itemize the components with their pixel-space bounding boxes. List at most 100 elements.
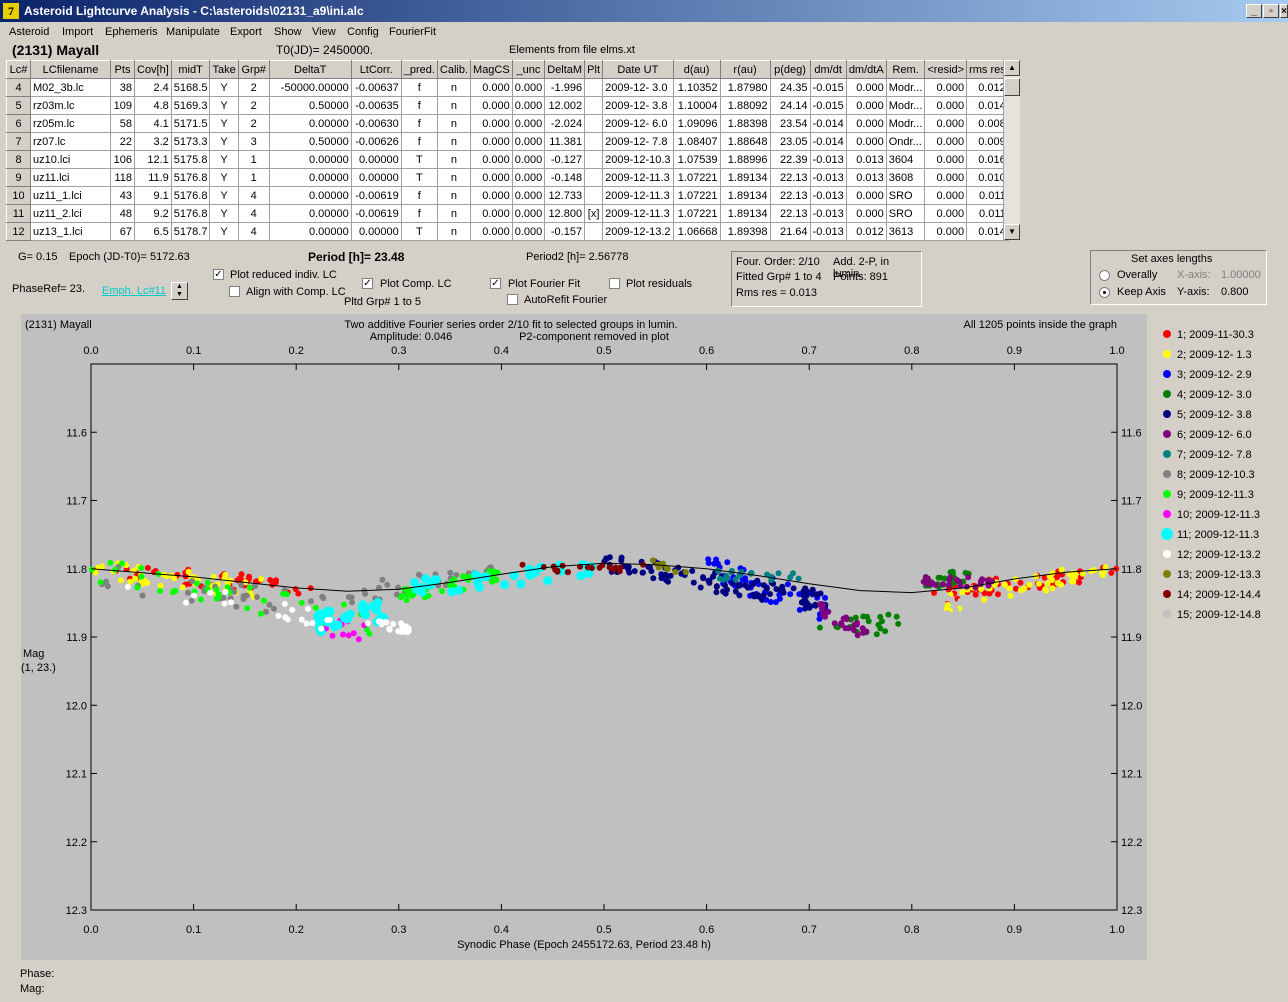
column-header[interactable]: Grp#	[237, 60, 270, 79]
table-cell[interactable]: 0.000	[845, 186, 887, 205]
table-cell[interactable]: 0.014	[966, 96, 1009, 115]
table-cell[interactable]: 3.2	[134, 132, 172, 151]
row-index[interactable]: 8	[6, 150, 31, 169]
menu-import[interactable]: Import	[62, 26, 93, 38]
table-cell[interactable]: 0.012	[845, 222, 887, 241]
table-cell[interactable]: 1.10352	[672, 78, 721, 97]
table-cell[interactable]: 4.1	[134, 114, 172, 133]
table-cell[interactable]: 1.07221	[672, 168, 721, 187]
menu-export[interactable]: Export	[230, 26, 262, 38]
table-cell[interactable]: Modr...	[885, 96, 926, 115]
menu-view[interactable]: View	[312, 26, 336, 38]
table-cell[interactable]: 109	[110, 96, 135, 115]
table-cell[interactable]: n	[436, 114, 472, 133]
table-cell[interactable]: -0.148	[544, 168, 586, 187]
plot-reduced-checkbox[interactable]: ✓	[213, 269, 224, 280]
table-cell[interactable]: SRO	[885, 186, 926, 205]
row-index[interactable]: 7	[6, 132, 31, 151]
table-cell[interactable]: 0.000	[470, 96, 513, 115]
table-cell[interactable]: 5173.3	[170, 132, 211, 151]
table-row[interactable]: 6 rz05m.lc 58 4.1 5171.5 Y 2 0.00000 -0.00630 f n 0…	[6, 114, 1009, 133]
column-header[interactable]: Cov[h]	[134, 60, 172, 79]
table-cell[interactable]: 0.00000	[350, 168, 402, 187]
y-axis-value[interactable]: 0.800	[1221, 286, 1249, 298]
table-cell[interactable]: 0.010	[966, 168, 1009, 187]
table-cell[interactable]: 0.000	[470, 186, 513, 205]
table-cell[interactable]: f	[400, 186, 438, 205]
menu-fourierfit[interactable]: FourierFit	[389, 26, 436, 38]
column-header[interactable]: MagCS	[470, 60, 513, 79]
table-cell[interactable]: 0.000	[511, 204, 546, 223]
table-cell[interactable]: 0.000	[924, 168, 968, 187]
column-header[interactable]: midT	[170, 60, 211, 79]
table-cell[interactable]: 0.000	[845, 78, 887, 97]
table-cell[interactable]: 22.13	[769, 186, 811, 205]
table-cell[interactable]: 5175.8	[170, 150, 211, 169]
table-cell[interactable]: 2009-12- 3.8	[602, 96, 674, 115]
table-cell[interactable]: 23.54	[769, 114, 811, 133]
table-cell[interactable]: 11.381	[544, 132, 586, 151]
plot-comp-checkbox[interactable]: ✓	[362, 278, 373, 289]
table-cell[interactable]: 0.000	[470, 78, 513, 97]
keep-axis-radio[interactable]	[1099, 287, 1110, 298]
table-cell[interactable]: 0.00000	[350, 150, 402, 169]
table-cell[interactable]: -2.024	[544, 114, 586, 133]
column-header[interactable]: DeltaM	[544, 60, 586, 79]
align-comp-checkbox[interactable]	[229, 286, 240, 297]
column-header[interactable]: <resid>	[924, 60, 968, 79]
table-cell[interactable]: uz11_1.lci	[30, 186, 111, 205]
table-cell[interactable]: 118	[110, 168, 135, 187]
table-cell[interactable]: 0.00000	[268, 114, 352, 133]
menu-show[interactable]: Show	[274, 26, 302, 38]
menu-config[interactable]: Config	[347, 26, 379, 38]
lightcurve-plot[interactable]: (2131) Mayall Two additive Fourier series…	[21, 314, 1147, 960]
row-index[interactable]: 5	[6, 96, 31, 115]
table-cell[interactable]	[584, 150, 604, 169]
table-cell[interactable]: uz11.lci	[30, 168, 111, 187]
table-cell[interactable]: 12.002	[544, 96, 586, 115]
table-cell[interactable]: n	[436, 150, 472, 169]
column-header[interactable]: Calib.	[436, 60, 472, 79]
table-cell[interactable]: 0.000	[924, 150, 968, 169]
column-header[interactable]: rms res	[966, 60, 1009, 79]
period-value[interactable]: Period [h]= 23.48	[308, 250, 404, 264]
table-cell[interactable]: 1.89134	[719, 186, 771, 205]
table-cell[interactable]: 1.07221	[672, 204, 721, 223]
table-cell[interactable]: 1.10004	[672, 96, 721, 115]
table-cell[interactable]: 1.88092	[719, 96, 771, 115]
table-cell[interactable]: 0.000	[924, 114, 968, 133]
row-index[interactable]: 4	[6, 78, 31, 97]
table-cell[interactable]: 0.000	[511, 168, 546, 187]
table-cell[interactable]: 2009-12-10.3	[602, 150, 674, 169]
table-cell[interactable]: 5176.8	[170, 204, 211, 223]
table-cell[interactable]: 21.64	[769, 222, 811, 241]
table-cell[interactable]: 0.016	[966, 150, 1009, 169]
table-cell[interactable]: 38	[110, 78, 135, 97]
table-cell[interactable]: 0.000	[511, 96, 546, 115]
table-cell[interactable]: 0.00000	[268, 204, 352, 223]
table-cell[interactable]: Y	[209, 96, 239, 115]
table-cell[interactable]: Y	[209, 168, 239, 187]
table-row[interactable]: 12 uz13_1.lci 67 6.5 5178.7 Y 4 0.00000 0.00000 T…	[6, 222, 1009, 241]
table-cell[interactable]: T	[400, 150, 438, 169]
plot-residuals-checkbox[interactable]	[609, 278, 620, 289]
table-cell[interactable]: 2009-12- 7.8	[602, 132, 674, 151]
table-cell[interactable]: rz07.lc	[30, 132, 111, 151]
table-cell[interactable]: 1.88648	[719, 132, 771, 151]
table-cell[interactable]: -50000.00000	[268, 78, 352, 97]
table-cell[interactable]: 24.14	[769, 96, 811, 115]
table-cell[interactable]: 1.09096	[672, 114, 721, 133]
table-cell[interactable]: -0.127	[544, 150, 586, 169]
table-cell[interactable]: 1	[237, 150, 270, 169]
table-cell[interactable]: 22	[110, 132, 135, 151]
table-cell[interactable]: 1.89134	[719, 204, 771, 223]
table-cell[interactable]: 0.000	[470, 132, 513, 151]
table-cell[interactable]: -0.013	[809, 168, 847, 187]
table-cell[interactable]: 4	[237, 222, 270, 241]
table-cell[interactable]: 0.000	[924, 222, 968, 241]
table-cell[interactable]: 2009-12- 3.0	[602, 78, 674, 97]
table-cell[interactable]: 58	[110, 114, 135, 133]
table-cell[interactable]: 0.000	[470, 168, 513, 187]
table-cell[interactable]: 3613	[885, 222, 926, 241]
table-cell[interactable]: 0.011	[966, 204, 1009, 223]
